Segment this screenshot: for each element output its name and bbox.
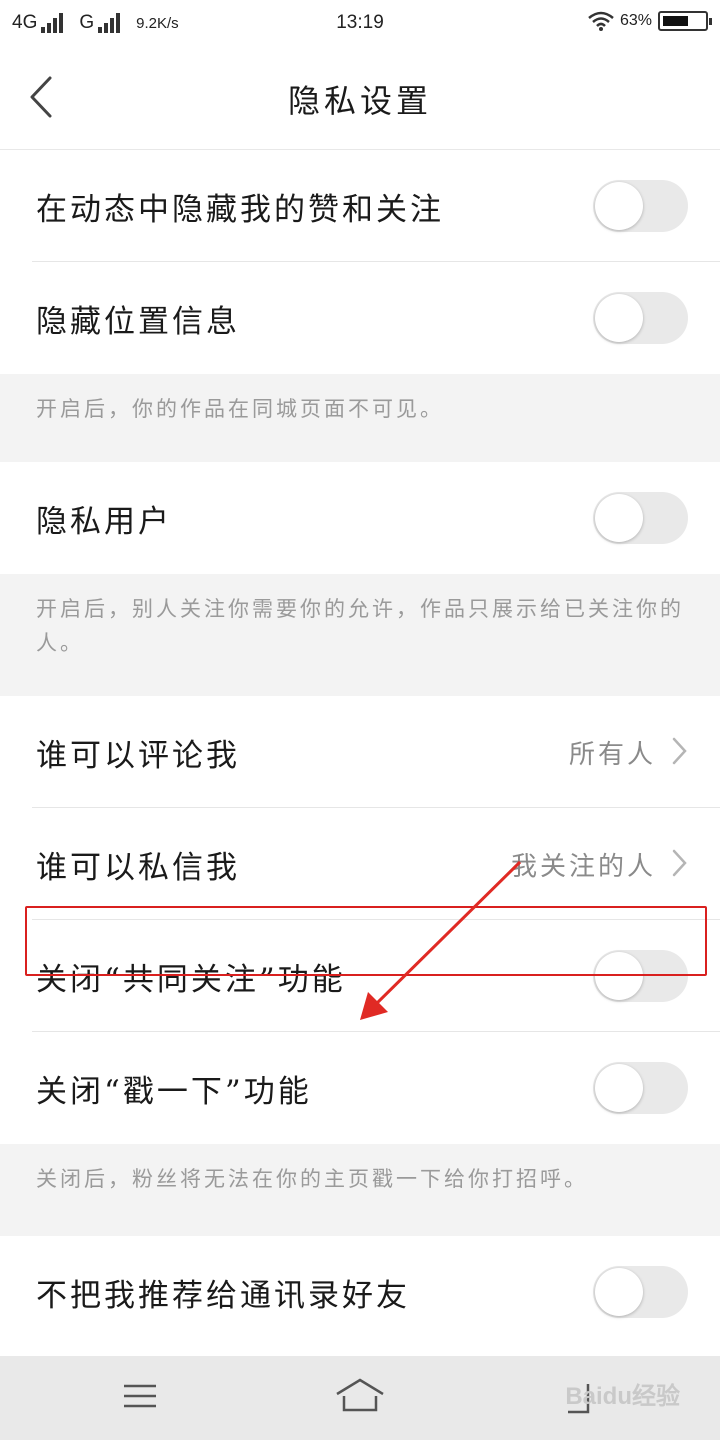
setting-close-mutual-follow: 关闭“共同关注”功能 (0, 920, 720, 1032)
battery-percent: 63% (619, 12, 652, 29)
chevron-right-icon (672, 849, 687, 877)
setting-label: 在动态中隐藏我的赞和关注 (36, 192, 444, 228)
setting-value: 所有人 (568, 740, 656, 770)
hide-location-toggle[interactable] (593, 292, 688, 344)
setting-label: 谁可以评论我 (36, 738, 240, 774)
setting-close-poke: 关闭“戳一下”功能 (0, 1032, 720, 1144)
wifi-icon (588, 11, 614, 31)
toggle-knob (595, 1064, 643, 1112)
setting-who-can-message[interactable]: 谁可以私信我 我关注的人 (0, 808, 720, 920)
no-recommend-contacts-toggle[interactable] (593, 1266, 688, 1318)
chevron-right-icon (672, 737, 687, 765)
private-user-toggle[interactable] (593, 492, 688, 544)
toggle-knob (595, 182, 643, 230)
home-icon[interactable] (334, 1376, 386, 1416)
toggle-knob (595, 494, 643, 542)
page-title: 隐私设置 (287, 82, 432, 120)
setting-label: 谁可以私信我 (36, 850, 240, 886)
close-poke-note: 关闭后，粉丝将无法在你的主页戳一下给你打招呼。 (0, 1144, 720, 1236)
nav-bar: 隐私设置 (0, 46, 720, 150)
setting-value: 我关注的人 (510, 852, 656, 882)
status-bar: 4G G 9.2K/s 13:19 63% (0, 0, 720, 46)
status-bar-right: 63% (588, 11, 712, 31)
setting-no-recommend-contacts: 不把我推荐给通讯录好友 (0, 1236, 720, 1348)
battery-fill (663, 16, 689, 26)
setting-hide-location: 隐藏位置信息 (0, 262, 720, 374)
toggle-knob (595, 294, 643, 342)
watermark: Baidu经验 (565, 1383, 680, 1410)
setting-label: 不把我推荐给通讯录好友 (36, 1278, 410, 1314)
settings-list: 在动态中隐藏我的赞和关注 隐藏位置信息 开启后，你的作品在同城页面不可见。 隐私… (0, 150, 720, 1348)
setting-label: 隐私用户 (36, 504, 172, 540)
setting-label: 隐藏位置信息 (36, 304, 240, 340)
close-mutual-follow-toggle[interactable] (593, 950, 688, 1002)
toggle-knob (595, 1268, 643, 1316)
setting-private-user: 隐私用户 (0, 462, 720, 574)
setting-hide-likes-follows: 在动态中隐藏我的赞和关注 (0, 150, 720, 262)
setting-label: 关闭“戳一下”功能 (36, 1074, 312, 1110)
toggle-knob (595, 952, 643, 1000)
hide-likes-follows-toggle[interactable] (593, 180, 688, 232)
close-poke-toggle[interactable] (593, 1062, 688, 1114)
private-user-note: 开启后，别人关注你需要你的允许，作品只展示给已关注你的人。 (0, 574, 720, 696)
menu-icon[interactable] (122, 1380, 158, 1412)
setting-who-can-comment[interactable]: 谁可以评论我 所有人 (0, 696, 720, 808)
battery-icon (658, 11, 712, 31)
setting-label: 关闭“共同关注”功能 (36, 962, 346, 998)
hide-location-note: 开启后，你的作品在同城页面不可见。 (0, 374, 720, 462)
